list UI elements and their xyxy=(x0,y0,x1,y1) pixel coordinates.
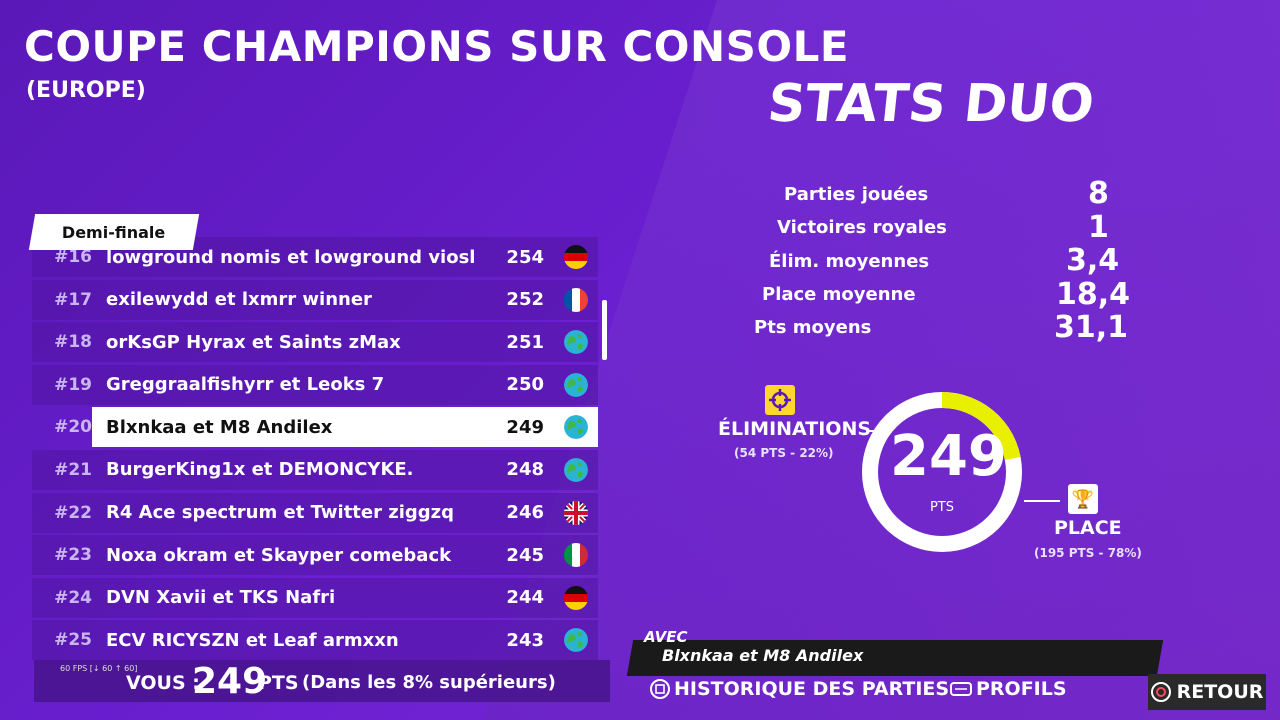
match-history-button[interactable]: HISTORIQUE DES PARTIES xyxy=(650,678,949,700)
germany-flag xyxy=(564,245,588,269)
your-score-unit: PTS xyxy=(258,672,299,694)
table-row[interactable]: #25 ECV RICYSZN et Leaf armxxn 243 xyxy=(32,620,598,661)
table-row[interactable]: #23 Noxa okram et Skayper comeback 245 xyxy=(32,535,598,576)
globe-icon xyxy=(564,330,588,355)
stat-label: Victoires royales xyxy=(777,217,947,238)
stat-label: Place moyenne xyxy=(762,284,916,305)
crosshair-icon xyxy=(765,385,795,415)
row-rank: #18 xyxy=(54,332,92,353)
row-team-names: exilewydd et lxmrr winner xyxy=(106,289,372,311)
table-row[interactable]: #24 DVN Xavii et TKS Nafri 244 xyxy=(32,577,598,618)
row-score: 254 xyxy=(506,246,544,268)
tab-demi-finale[interactable]: Demi-finale xyxy=(28,214,200,250)
place-label: PLACE xyxy=(1054,517,1122,539)
row-rank: #21 xyxy=(54,459,92,480)
row-rank: #23 xyxy=(54,545,92,566)
row-rank: #24 xyxy=(54,587,92,608)
stat-label: Pts moyens xyxy=(754,317,872,338)
back-button[interactable]: RETOUR xyxy=(1148,674,1266,710)
table-row-highlighted[interactable]: #20 Blxnkaa et M8 Andilex 249 xyxy=(32,407,598,448)
table-row[interactable]: #19 Greggraalfishyrr et Leoks 7 250 xyxy=(32,364,598,405)
your-score-value: 249 xyxy=(192,661,268,702)
table-row[interactable]: #18 orKsGP Hyrax et Saints zMax 251 xyxy=(32,322,598,363)
uk-flag xyxy=(564,500,588,525)
elim-connector xyxy=(868,430,878,432)
row-score: 244 xyxy=(506,587,544,609)
donut-total: 249 xyxy=(890,424,1007,489)
table-row[interactable]: #22 R4 Ace spectrum et Twitter ziggzq 246 xyxy=(32,492,598,533)
row-rank: #16 xyxy=(54,247,92,267)
row-team-names: DVN Xavii et TKS Nafri xyxy=(106,587,336,609)
row-team-names: BurgerKing1x et DEMONCYKE. xyxy=(106,459,414,481)
globe-icon xyxy=(564,372,588,397)
square-button-icon xyxy=(650,679,670,699)
globe-icon xyxy=(564,628,588,653)
place-connector xyxy=(1024,500,1060,502)
teammate-label: AVEC xyxy=(644,628,688,646)
row-rank: #19 xyxy=(54,374,92,395)
row-score: 248 xyxy=(506,459,544,481)
table-row[interactable]: #21 BurgerKing1x et DEMONCYKE. 248 xyxy=(32,449,598,490)
stat-value: 18,4 xyxy=(1056,277,1131,312)
france-flag xyxy=(564,287,588,312)
profiles-button[interactable]: PROFILS xyxy=(950,678,1067,700)
stat-label: Parties jouées xyxy=(784,184,929,205)
trophy-icon: 🏆 xyxy=(1068,484,1098,514)
row-score: 251 xyxy=(506,331,544,353)
row-team-names: R4 Ace spectrum et Twitter ziggzq xyxy=(106,502,455,524)
row-team-names: Greggraalfishyrr et Leoks 7 xyxy=(106,374,385,396)
stats-title: STATS DUO xyxy=(764,74,1097,134)
row-team-names: ECV RICYSZN et Leaf armxxn xyxy=(106,629,399,651)
row-score: 250 xyxy=(506,374,544,396)
row-team-names: Blxnkaa et M8 Andilex xyxy=(106,416,333,438)
your-percentile: (Dans les 8% supérieurs) xyxy=(302,672,556,693)
your-score-label: VOUS : xyxy=(126,672,200,694)
germany-flag xyxy=(564,585,588,610)
italy-flag xyxy=(564,543,588,568)
row-score: 243 xyxy=(506,629,544,651)
row-team-names: orKsGP Hyrax et Saints zMax xyxy=(106,331,401,353)
table-row[interactable]: #17 exilewydd et lxmrr winner 252 xyxy=(32,279,598,320)
teammate-names: Blxnkaa et M8 Andilex xyxy=(662,646,864,665)
row-rank: #17 xyxy=(54,289,92,310)
page-title: COUPE CHAMPIONS SUR CONSOLE xyxy=(24,22,850,71)
eliminations-detail: (54 PTS - 22%) xyxy=(734,446,834,460)
row-rank: #25 xyxy=(54,630,92,651)
tab-label: Demi-finale xyxy=(62,222,166,242)
row-score: 252 xyxy=(506,289,544,311)
row-team-names: Noxa okram et Skayper comeback xyxy=(106,544,452,566)
circle-button-icon xyxy=(1150,682,1171,702)
stat-label: Élim. moyennes xyxy=(769,251,930,272)
row-score: 246 xyxy=(506,502,544,524)
place-detail: (195 PTS - 78%) xyxy=(1034,546,1142,560)
globe-icon xyxy=(564,457,588,482)
stat-value: 31,1 xyxy=(1054,310,1129,345)
stat-value: 8 xyxy=(1088,176,1109,211)
eliminations-label: ÉLIMINATIONS xyxy=(718,418,872,440)
leaderboard: #16 lowground nomis et lowground viosk 254… xyxy=(32,237,598,663)
page-subtitle: (EUROPE) xyxy=(26,78,146,103)
match-history-label: HISTORIQUE DES PARTIES xyxy=(674,678,950,700)
row-score: 245 xyxy=(506,544,544,566)
back-label: RETOUR xyxy=(1176,681,1264,703)
stat-value: 3,4 xyxy=(1066,243,1120,278)
touchpad-icon xyxy=(950,681,972,697)
row-score: 249 xyxy=(506,416,544,438)
scrollbar[interactable] xyxy=(602,300,607,360)
profiles-label: PROFILS xyxy=(976,678,1067,700)
donut-unit: PTS xyxy=(929,500,955,515)
stat-value: 1 xyxy=(1088,210,1109,245)
row-rank: #22 xyxy=(54,502,92,523)
